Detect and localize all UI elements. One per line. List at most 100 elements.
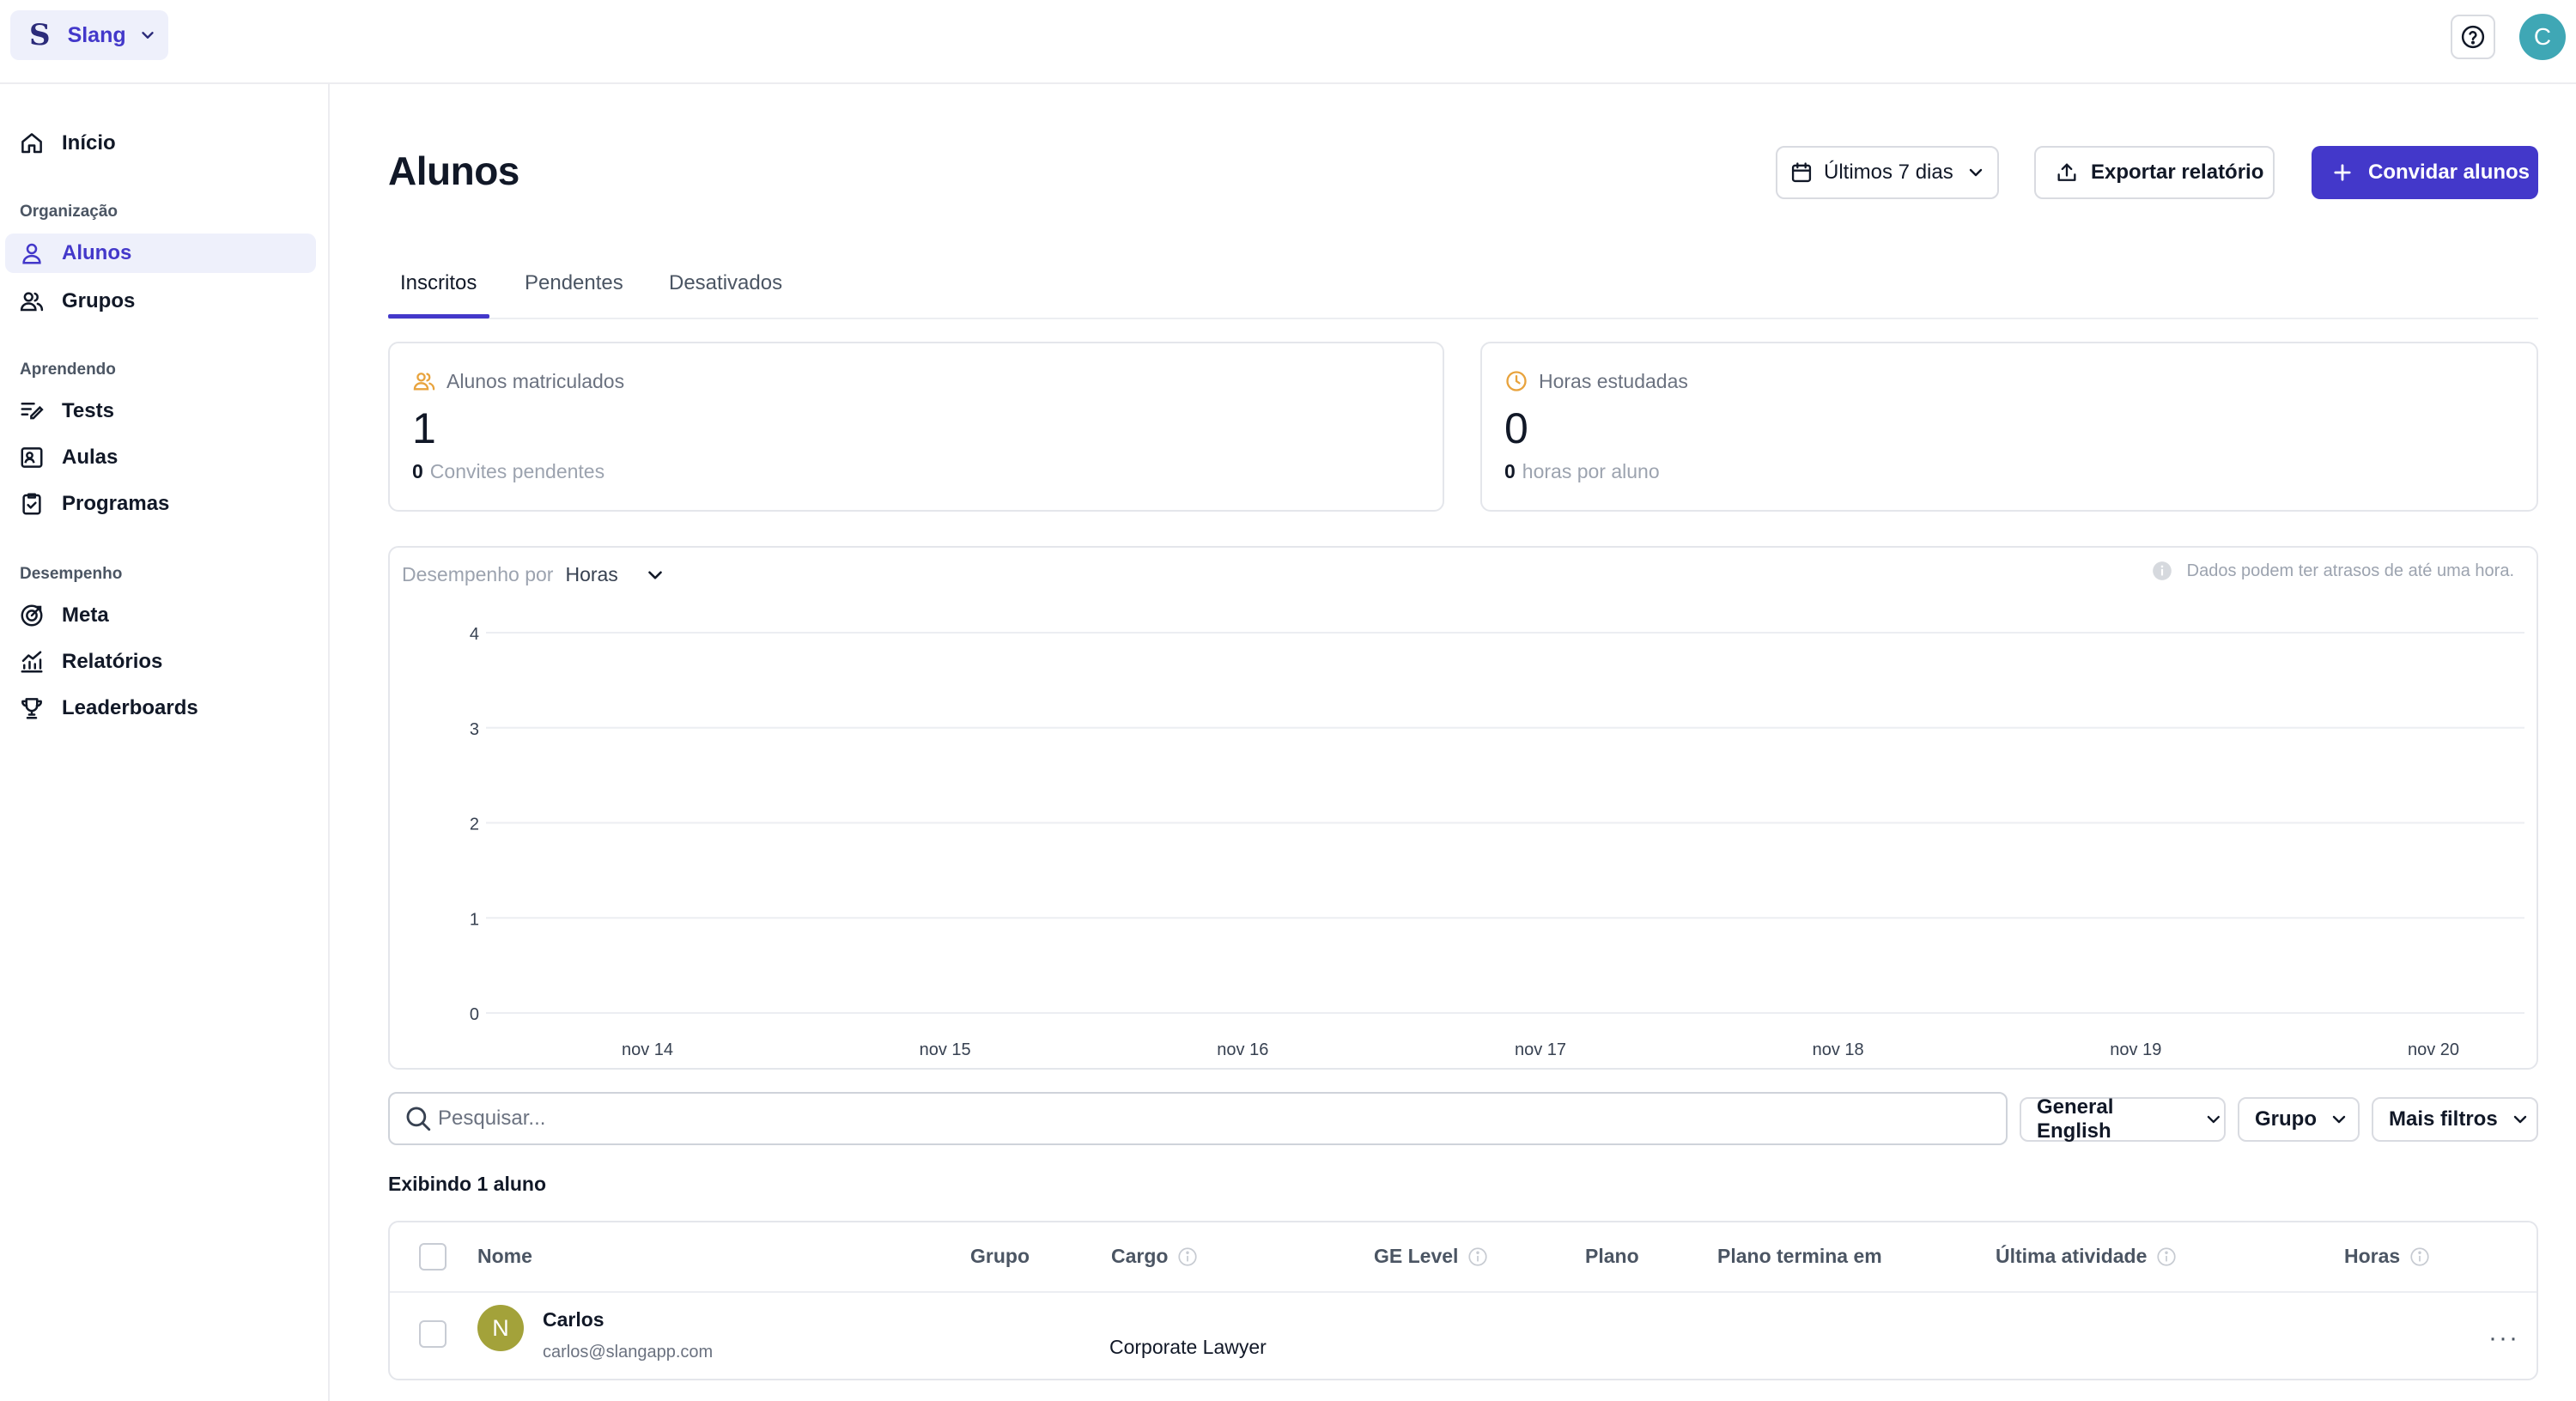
sidebar-item-label: Programas bbox=[62, 492, 170, 515]
sidebar-item-programas[interactable]: Programas bbox=[5, 484, 316, 524]
date-range-label: Últimos 7 dias bbox=[1824, 161, 1953, 184]
column-name[interactable]: Nome bbox=[477, 1245, 532, 1268]
plus-icon bbox=[2334, 164, 2351, 181]
avatar: N bbox=[477, 1305, 524, 1351]
student-name[interactable]: Carlos bbox=[543, 1308, 605, 1331]
sidebar-item-label: Grupos bbox=[62, 289, 136, 312]
x-tick-label: nov 16 bbox=[1217, 1040, 1268, 1059]
results-count: Exibindo 1 aluno bbox=[388, 1173, 547, 1195]
x-tick-label: nov 19 bbox=[2110, 1040, 2161, 1059]
sidebar: Início Organização Alunos Grupos Aprende… bbox=[0, 84, 330, 1401]
export-report-button[interactable]: Exportar relatório bbox=[2034, 146, 2275, 199]
column-group[interactable]: Grupo bbox=[970, 1245, 1030, 1268]
chevron-down-icon bbox=[648, 570, 662, 579]
performance-metric-value: Horas bbox=[565, 563, 618, 585]
y-tick-label: 2 bbox=[470, 816, 479, 834]
column-plan[interactable]: Plano bbox=[1585, 1245, 1639, 1268]
sidebar-item-label: Alunos bbox=[62, 241, 132, 264]
column-last-activity[interactable]: Última atividade bbox=[1996, 1245, 2178, 1268]
sidebar-section-title: Organização bbox=[20, 203, 118, 221]
search-input[interactable] bbox=[438, 1107, 1966, 1131]
page-title: Alunos bbox=[388, 149, 519, 193]
pending-invites-count: 0 bbox=[412, 460, 423, 482]
clock-icon bbox=[1506, 371, 1527, 391]
sidebar-item-inicio[interactable]: Início bbox=[5, 124, 316, 163]
sidebar-item-meta[interactable]: Meta bbox=[5, 596, 316, 635]
user-icon bbox=[22, 243, 41, 264]
hours-per-student: 0 horas por aluno bbox=[1504, 460, 1660, 483]
more-filters[interactable]: Mais filtros bbox=[2372, 1097, 2538, 1142]
info-icon bbox=[2157, 1246, 2177, 1266]
info-icon bbox=[1178, 1246, 1198, 1266]
performance-metric-select[interactable]: Desempenho por Horas bbox=[402, 563, 666, 586]
y-tick-label: 1 bbox=[470, 910, 479, 929]
users-icon bbox=[20, 292, 44, 312]
help-button[interactable] bbox=[2451, 15, 2495, 59]
y-tick-label: 0 bbox=[470, 1005, 479, 1024]
students-table: Nome Grupo Cargo GE Level Plano Plano te… bbox=[388, 1221, 2538, 1380]
tab-inscritos[interactable]: Inscritos bbox=[400, 271, 477, 295]
org-name: Slang bbox=[67, 22, 126, 47]
chevron-down-icon bbox=[2332, 1115, 2346, 1124]
column-role[interactable]: Cargo bbox=[1111, 1245, 1199, 1268]
home-icon bbox=[21, 133, 42, 154]
sidebar-item-label: Leaderboards bbox=[62, 696, 198, 719]
sidebar-item-label: Meta bbox=[62, 603, 109, 627]
search-field[interactable] bbox=[388, 1092, 2008, 1145]
date-range-select[interactable]: Últimos 7 dias bbox=[1776, 146, 1999, 199]
y-tick-label: 3 bbox=[470, 720, 479, 739]
tab-desativados[interactable]: Desativados bbox=[669, 271, 782, 295]
sidebar-item-grupos[interactable]: Grupos bbox=[5, 282, 316, 321]
hours-per-student-count: 0 bbox=[1504, 460, 1516, 482]
sidebar-item-relatorios[interactable]: Relatórios bbox=[5, 642, 316, 682]
sidebar-item-aulas[interactable]: Aulas bbox=[5, 438, 316, 477]
invite-students-button[interactable]: Convidar alunos bbox=[2312, 146, 2538, 199]
search-icon bbox=[406, 1107, 431, 1131]
hours-value: 0 bbox=[1504, 404, 1528, 452]
hours-label: Horas estudadas bbox=[1539, 369, 1688, 392]
course-filter-label: General English bbox=[2037, 1095, 2114, 1143]
top-bar: S Slang C bbox=[0, 0, 2576, 84]
sidebar-item-alunos[interactable]: Alunos bbox=[5, 234, 316, 273]
data-delay-note: Dados podem ter atrasos de até uma hora. bbox=[2151, 560, 2514, 582]
user-avatar[interactable]: C bbox=[2519, 14, 2566, 60]
student-email: carlos@slangapp.com bbox=[543, 1343, 714, 1362]
export-report-label: Exportar relatório bbox=[2091, 161, 2264, 184]
column-ge-level[interactable]: GE Level bbox=[1374, 1245, 1489, 1268]
enrolled-label: Alunos matriculados bbox=[447, 369, 625, 392]
pending-invites-label: Convites pendentes bbox=[429, 460, 605, 482]
chevron-down-icon bbox=[141, 32, 154, 39]
x-tick-label: nov 17 bbox=[1515, 1040, 1566, 1059]
sidebar-item-label: Relatórios bbox=[62, 650, 163, 673]
sidebar-item-leaderboards[interactable]: Leaderboards bbox=[5, 688, 316, 728]
pending-invites: 0 Convites pendentes bbox=[412, 460, 605, 483]
chevron-down-icon bbox=[2513, 1115, 2526, 1124]
org-switcher[interactable]: S Slang bbox=[10, 10, 168, 60]
student-role: Corporate Lawyer bbox=[1109, 1336, 1267, 1358]
trophy-icon bbox=[21, 698, 42, 719]
x-tick-label: nov 14 bbox=[622, 1040, 673, 1059]
sidebar-item-label: Tests bbox=[62, 399, 114, 422]
column-plan-ends[interactable]: Plano termina em bbox=[1717, 1245, 1882, 1268]
performance-chart: 0 1 2 3 4 nov 14 nov 15 nov 16 nov 17 nov 18 nov 1… bbox=[470, 625, 2524, 1059]
performance-chart-panel: 0 1 2 3 4 nov 14 nov 15 nov 16 nov 17 nov 18 nov 1… bbox=[388, 546, 2538, 1070]
info-icon bbox=[2152, 561, 2172, 580]
column-hours[interactable]: Horas bbox=[2344, 1245, 2431, 1268]
group-filter[interactable]: Grupo bbox=[2238, 1097, 2360, 1142]
lesson-icon bbox=[21, 447, 43, 468]
select-all-checkbox[interactable] bbox=[419, 1243, 447, 1271]
row-actions-button[interactable]: ··· bbox=[2478, 1324, 2530, 1352]
card-label: Horas estudadas bbox=[1504, 369, 1688, 393]
tab-bar: Inscritos Pendentes Desativados bbox=[388, 258, 2538, 319]
active-tab-indicator bbox=[388, 314, 489, 318]
row-checkbox[interactable] bbox=[419, 1320, 447, 1348]
x-tick-label: nov 18 bbox=[1813, 1040, 1864, 1059]
course-filter[interactable]: General English bbox=[2020, 1095, 2226, 1143]
enrolled-value: 1 bbox=[412, 404, 436, 452]
info-icon bbox=[1468, 1246, 1488, 1266]
hours-studied-card: Horas estudadas 0 0 horas por aluno bbox=[1480, 342, 2538, 512]
tab-pendentes[interactable]: Pendentes bbox=[525, 271, 623, 295]
org-logo: S bbox=[29, 18, 51, 52]
sidebar-item-tests[interactable]: Tests bbox=[5, 391, 316, 431]
calendar-icon bbox=[1791, 162, 1812, 183]
